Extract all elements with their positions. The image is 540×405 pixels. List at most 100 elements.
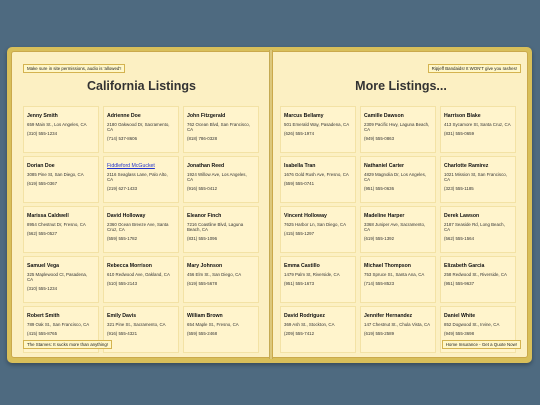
listing-phone: (831) 555-1096 [187, 236, 218, 241]
listing-card: Fiddleford McGucket 2116 Seaglass Lane, P… [103, 156, 179, 203]
listing-name: Marissa Caldwell [27, 213, 69, 219]
listing-phone: (818) 786-0328 [187, 136, 218, 141]
listing-name: Jenny Smith [27, 113, 58, 119]
listings-grid-left: Jenny Smith 659 Main St., Los Angeles, CA… [23, 106, 259, 353]
listing-address: 654 Maple St., Fresno, CA [187, 322, 239, 327]
right-page-title: More Listings... [355, 79, 447, 93]
listing-card: Jennifer Hernandez 147 Chestnut St., Chul… [360, 306, 436, 353]
listing-phone: (831) 555-0659 [444, 131, 475, 136]
listing-phone: (626) 555-1974 [284, 131, 315, 136]
listing-card: Vincent Holloway 7625 Harbor Ln, San Dieg… [280, 206, 356, 253]
listing-card: Eleanor Finch 7216 Coastline Blvd, Laguna… [183, 206, 259, 253]
listing-name: Harrison Blake [444, 113, 481, 119]
listing-phone: (310) 555-1234 [27, 131, 58, 136]
left-page: Make sure in site permissions, audio is … [11, 51, 270, 358]
listing-name: David Holloway [107, 213, 146, 219]
listing-card: William Brown 654 Maple St., Fresno, CA (5… [183, 306, 259, 353]
listing-phone: (714) 555-8523 [364, 281, 395, 286]
listing-card: David Holloway 2360 Ocean Breeze Ave, San… [103, 206, 179, 253]
left-page-title: California Listings [86, 79, 197, 93]
listing-phone: (619) 555-1392 [364, 236, 395, 241]
listing-name: Emily Davis [107, 313, 137, 319]
phone-book: Make sure in site permissions, audio is … [7, 47, 532, 363]
listing-name: John Fitzgerald [187, 113, 226, 119]
listing-card: Samuel Vega 325 Maplewood Ct, Pasadena, C… [23, 256, 99, 303]
listing-name: Emma Castillo [284, 263, 320, 269]
listing-name: Marcus Bellamy [284, 113, 324, 119]
listing-phone: (619) 555-2589 [364, 331, 395, 336]
listing-card: Michael Thompson 753 Spruce St., Santa An… [360, 256, 436, 303]
listing-phone: (510) 555-2143 [107, 281, 138, 286]
listing-address: 1924 Willow Ave, Los Angeles, CA [187, 172, 247, 182]
listing-address: 762 Ocean Blvd, San Francisco, CA [187, 122, 250, 132]
listing-address: 147 Chestnut St., Chula Vista, CA [364, 322, 431, 327]
listing-address: 1021 Mission St, San Francisco, CA [444, 172, 507, 182]
listing-card: David Rodriguez 369 Ash St., Stockton, CA… [280, 306, 356, 353]
listing-name: David Rodriguez [284, 313, 325, 319]
listing-address: 413 Sycamore St, Santa Cruz, CA [444, 122, 511, 127]
listing-card: Rebecca Morrison 610 Redwood Ave, Oakland… [103, 256, 179, 303]
ad-banner-bottom-right[interactable]: Home Insurance - Get a Quote Now! [441, 340, 521, 349]
listing-name: Dorian Doe [27, 163, 55, 169]
listing-phone: (415) 555-8765 [27, 331, 58, 336]
listing-card: Camille Dawson 2309 Pacific Hwy, Laguna B… [360, 106, 436, 153]
listing-phone: (562) 555-0527 [27, 231, 58, 236]
listing-address: 321 Pine St., Sacramento, CA [107, 322, 166, 327]
listing-phone: (562) 555-1564 [444, 236, 475, 241]
listing-name: Daniel White [444, 313, 476, 319]
listings-grid-right: Marcus Bellamy 501 Emerald Way, Pasadena,… [280, 106, 516, 353]
listing-phone: (619) 555-0367 [27, 181, 58, 186]
listing-phone: (209) 555-7412 [284, 331, 315, 336]
listing-address: 2360 Ocean Breeze Ave, Santa Cruz, CA [107, 222, 169, 232]
listing-card: Jonathan Reed 1924 Willow Ave, Los Angele… [183, 156, 259, 203]
listing-address: 852 Dogwood St., Irvine, CA [444, 322, 500, 327]
listing-card: Madeline Harper 3368 Juniper Ave, Sacrame… [360, 206, 436, 253]
listing-address: 1479 Palm St, Riverside, CA [284, 272, 340, 277]
listing-card: Isabella Tran 1676 Gold Rush Ave, Fresno,… [280, 156, 356, 203]
listing-card: Marcus Bellamy 501 Emerald Way, Pasadena,… [280, 106, 356, 153]
listing-phone: (619) 555-5678 [187, 281, 218, 286]
listing-address: 2309 Pacific Hwy, Laguna Beach, CA [364, 122, 430, 132]
listing-phone: (714) 537-8606 [107, 136, 138, 141]
listing-card: Marissa Caldwell 8954 Chestnut Dr, Fresno… [23, 206, 99, 253]
listing-name: Vincent Holloway [284, 213, 327, 219]
listing-name-link[interactable]: Fiddleford McGucket [107, 163, 174, 169]
listing-phone: (951) 555-9637 [444, 281, 475, 286]
listing-name: Elizabeth Garcia [444, 263, 485, 269]
listing-phone: (951) 555-1673 [284, 281, 315, 286]
ad-banner-bottom-left[interactable]: The Starves: It sucks more than anything… [23, 340, 113, 349]
listing-address: 8954 Chestnut Dr, Fresno, CA [27, 222, 86, 227]
listing-address: 7216 Coastline Blvd, Laguna Beach, CA [187, 222, 244, 232]
listing-name: William Brown [187, 313, 223, 319]
listing-name: Nathaniel Carter [364, 163, 405, 169]
listing-phone: (916) 555-4321 [107, 331, 138, 336]
listing-name: Derek Lawson [444, 213, 480, 219]
listing-phone: (219) 627-1433 [107, 186, 138, 191]
listing-address: 3085 Pine St, San Diego, CA [27, 172, 84, 177]
listing-card: Elizabeth Garcia 258 Redwood St., Riversi… [440, 256, 516, 303]
ad-banner-top-right[interactable]: Ripjeff Bandaids! It WON'T give you rash… [427, 64, 521, 73]
listing-address: 2116 Seaglass Lane, Palo Alto, CA [107, 172, 168, 182]
listing-name: Charlotte Ramirez [444, 163, 489, 169]
listing-card: Adrienne Doe 2180 Oakwood Dr, Sacramento,… [103, 106, 179, 153]
listing-phone: (415) 555-1297 [284, 231, 315, 236]
listing-card: Derek Lawson 2187 Seaside Rd, Long Beach,… [440, 206, 516, 253]
listing-address: 325 Maplewood Ct, Pasadena, CA [27, 272, 88, 282]
listing-address: 4829 Magnolia Dr, Los Angeles, CA [364, 172, 426, 182]
listing-card: Charlotte Ramirez 1021 Mission St, San Fr… [440, 156, 516, 203]
listing-name: Samuel Vega [27, 263, 60, 269]
listing-address: 659 Main St., Los Angeles, CA [27, 122, 87, 127]
listing-address: 753 Spruce St., Santa Ana, CA [364, 272, 425, 277]
ad-banner-top-left[interactable]: Make sure in site permissions, audio is … [23, 64, 126, 73]
listing-address: 2187 Seaside Rd, Long Beach, CA [444, 222, 505, 232]
listing-address: 258 Redwood St., Riverside, CA [444, 272, 507, 277]
listing-address: 369 Ash St., Stockton, CA [284, 322, 335, 327]
listing-name: Jennifer Hernandez [364, 313, 413, 319]
listing-card: Harrison Blake 413 Sycamore St, Santa Cru… [440, 106, 516, 153]
listing-address: 1676 Gold Rush Ave, Fresno, CA [284, 172, 349, 177]
listing-name: Eleanor Finch [187, 213, 222, 219]
listing-name: Michael Thompson [364, 263, 411, 269]
listing-address: 456 Elm St., San Diego, CA [187, 272, 242, 277]
listing-address: 2180 Oakwood Dr, Sacramento, CA [107, 122, 170, 132]
listing-phone: (951) 555-0636 [364, 186, 395, 191]
